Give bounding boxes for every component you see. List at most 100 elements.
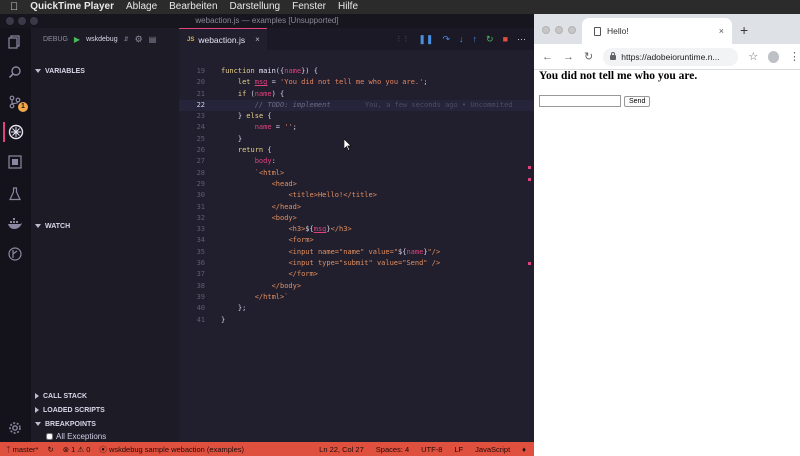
chevron-right-icon — [35, 407, 39, 413]
step-over-icon[interactable]: ↷ — [442, 34, 450, 45]
apple-menu-icon[interactable]:  — [10, 0, 18, 14]
more-actions-icon[interactable]: ⋯ — [517, 34, 526, 45]
chevron-right-icon — [35, 393, 39, 399]
indentation[interactable]: Spaces: 4 — [376, 445, 409, 454]
git-blame-annotation: You, a few seconds ago • Uncommited — [365, 100, 513, 109]
browser-tab[interactable]: Hello! × — [582, 18, 732, 44]
window-controls — [6, 17, 38, 25]
menu-fenster[interactable]: Fenster — [292, 0, 326, 14]
code-line: 37 </form> — [196, 270, 318, 279]
line-ending[interactable]: LF — [454, 445, 463, 454]
minimize-window-button[interactable] — [18, 17, 26, 25]
code-line: 41} — [196, 315, 226, 324]
overview-ruler[interactable] — [524, 164, 532, 274]
close-tab-icon[interactable]: × — [255, 35, 260, 44]
call-stack-section[interactable]: CALL STACK — [31, 389, 179, 403]
code-line: 23 } else { — [196, 112, 272, 121]
step-out-icon[interactable]: ↑ — [473, 34, 478, 44]
chrome-menu-icon[interactable]: ⋮ — [789, 50, 800, 63]
encoding[interactable]: UTF-8 — [421, 445, 442, 454]
search-icon[interactable] — [5, 62, 25, 82]
chrome-tabstrip: Hello! × + — [534, 14, 800, 44]
close-tab-icon[interactable]: × — [719, 26, 724, 36]
back-arrow-icon[interactable]: ← — [542, 51, 553, 63]
vscode-titlebar: webaction.js — examples [Unsupported] — [0, 14, 534, 28]
drag-handle-icon[interactable]: ⋮⋮ — [395, 35, 409, 43]
explorer-icon[interactable] — [5, 32, 25, 52]
config-chevron-icon[interactable]: ⇵ — [124, 36, 129, 43]
problems-indicator[interactable]: ⊗ 1 ⚠ 0 — [63, 445, 91, 454]
cursor-position[interactable]: Ln 22, Col 27 — [319, 445, 364, 454]
debug-session[interactable]: ⦿ wskdebug sample webaction (examples) — [99, 444, 244, 455]
page-heading: You did not tell me who you are. — [539, 70, 698, 82]
code-line: 25 } — [196, 134, 243, 143]
chevron-down-icon — [35, 224, 41, 228]
code-line: 24 name = ''; — [196, 123, 297, 132]
macos-menubar:  QuickTime Player Ablage Bearbeiten Dar… — [0, 0, 800, 14]
start-debug-icon[interactable]: ▶ — [74, 35, 80, 44]
debug-config-select[interactable]: wskdebug — [86, 36, 118, 43]
debug-console-icon[interactable]: ▤ — [149, 35, 157, 44]
notifications-bell-icon[interactable]: ♦ — [522, 445, 526, 454]
breakpoints-section[interactable]: BREAKPOINTS — [31, 417, 179, 431]
activity-bar: 1 — [0, 28, 31, 442]
menu-bearbeiten[interactable]: Bearbeiten — [169, 0, 217, 14]
menu-darstellung[interactable]: Darstellung — [230, 0, 281, 14]
address-bar[interactable]: https://adobeioruntime.n... — [603, 47, 739, 66]
gitlens-icon[interactable] — [5, 244, 25, 264]
debug-toolbar: DEBUG ▶ wskdebug ⇵ ⚙ ▤ — [31, 28, 179, 50]
sync-icon[interactable]: ↻ — [47, 445, 53, 454]
watch-section[interactable]: WATCH — [31, 219, 179, 233]
new-tab-button[interactable]: + — [740, 22, 748, 38]
debug-sidebar: DEBUG ▶ wskdebug ⇵ ⚙ ▤ VARIABLES WATCH C… — [31, 28, 179, 442]
pause-icon[interactable]: ❚❚ — [418, 34, 433, 45]
code-line: 27 body: — [196, 157, 276, 166]
restart-icon[interactable]: ↻ — [486, 34, 494, 45]
close-window-button[interactable] — [6, 17, 14, 25]
bookmark-star-icon[interactable]: ☆ — [748, 50, 758, 63]
step-into-icon[interactable]: ↓ — [459, 34, 464, 44]
forward-arrow-icon[interactable]: → — [563, 51, 574, 63]
code-line: 38 </body> — [196, 281, 302, 290]
tab-webaction-js[interactable]: JS webaction.js × — [179, 28, 267, 50]
language-mode[interactable]: JavaScript — [475, 445, 510, 454]
code-line: 28 `<html> — [196, 168, 285, 177]
reload-icon[interactable]: ↻ — [584, 50, 593, 63]
loaded-scripts-section[interactable]: LOADED SCRIPTS — [31, 403, 179, 417]
extensions-icon[interactable] — [5, 152, 25, 172]
breakpoint-label: All Exceptions — [56, 432, 107, 441]
variables-heading: VARIABLES — [45, 67, 85, 75]
code-line-current: 22 // TODO: implement You, a few seconds … — [179, 99, 534, 112]
name-form: Send — [539, 95, 651, 107]
all-exceptions-checkbox[interactable] — [46, 433, 53, 440]
git-branch[interactable]: ᛉ master* — [6, 445, 38, 454]
menu-hilfe[interactable]: Hilfe — [338, 0, 358, 14]
docker-icon[interactable] — [5, 214, 25, 234]
settings-gear-icon[interactable] — [5, 418, 25, 438]
code-line: 35 <input name="name" value="${name}"/> — [196, 247, 441, 256]
minimize-window-button[interactable] — [555, 26, 563, 34]
zoom-window-button[interactable] — [30, 17, 38, 25]
debug-settings-gear-icon[interactable]: ⚙ — [135, 34, 143, 45]
watch-heading: WATCH — [45, 222, 71, 230]
scm-badge: 1 — [18, 102, 28, 112]
debug-icon[interactable] — [3, 122, 27, 142]
code-editor[interactable]: 19 function main({name}) { 20 let msg = '… — [179, 66, 534, 326]
menu-ablage[interactable]: Ablage — [126, 0, 157, 14]
variables-section[interactable]: VARIABLES — [31, 64, 179, 78]
editor-tabs: JS webaction.js × ⋮⋮ ❚❚ ↷ ↓ ↑ ↻ ■ ⋯ — [179, 28, 534, 50]
close-window-button[interactable] — [542, 26, 550, 34]
breakpoint-all-exceptions[interactable]: All Exceptions — [46, 432, 106, 441]
chrome-toolbar: ← → ↻ https://adobeioruntime.n... ☆ ⋮ — [534, 44, 800, 70]
menu-app-name[interactable]: QuickTime Player — [30, 0, 114, 14]
send-button[interactable]: Send — [624, 95, 651, 107]
source-control-icon[interactable]: 1 — [5, 92, 28, 112]
zoom-window-button[interactable] — [568, 26, 576, 34]
profile-avatar-icon[interactable] — [768, 50, 779, 63]
browser-tab-title: Hello! — [607, 26, 629, 36]
chrome-window: Hello! × + ← → ↻ https://adobeioruntime.… — [534, 14, 800, 456]
name-input[interactable] — [539, 95, 621, 107]
flask-icon[interactable] — [5, 184, 25, 204]
stop-icon[interactable]: ■ — [503, 34, 508, 44]
code-line: 26 return { — [196, 146, 272, 155]
